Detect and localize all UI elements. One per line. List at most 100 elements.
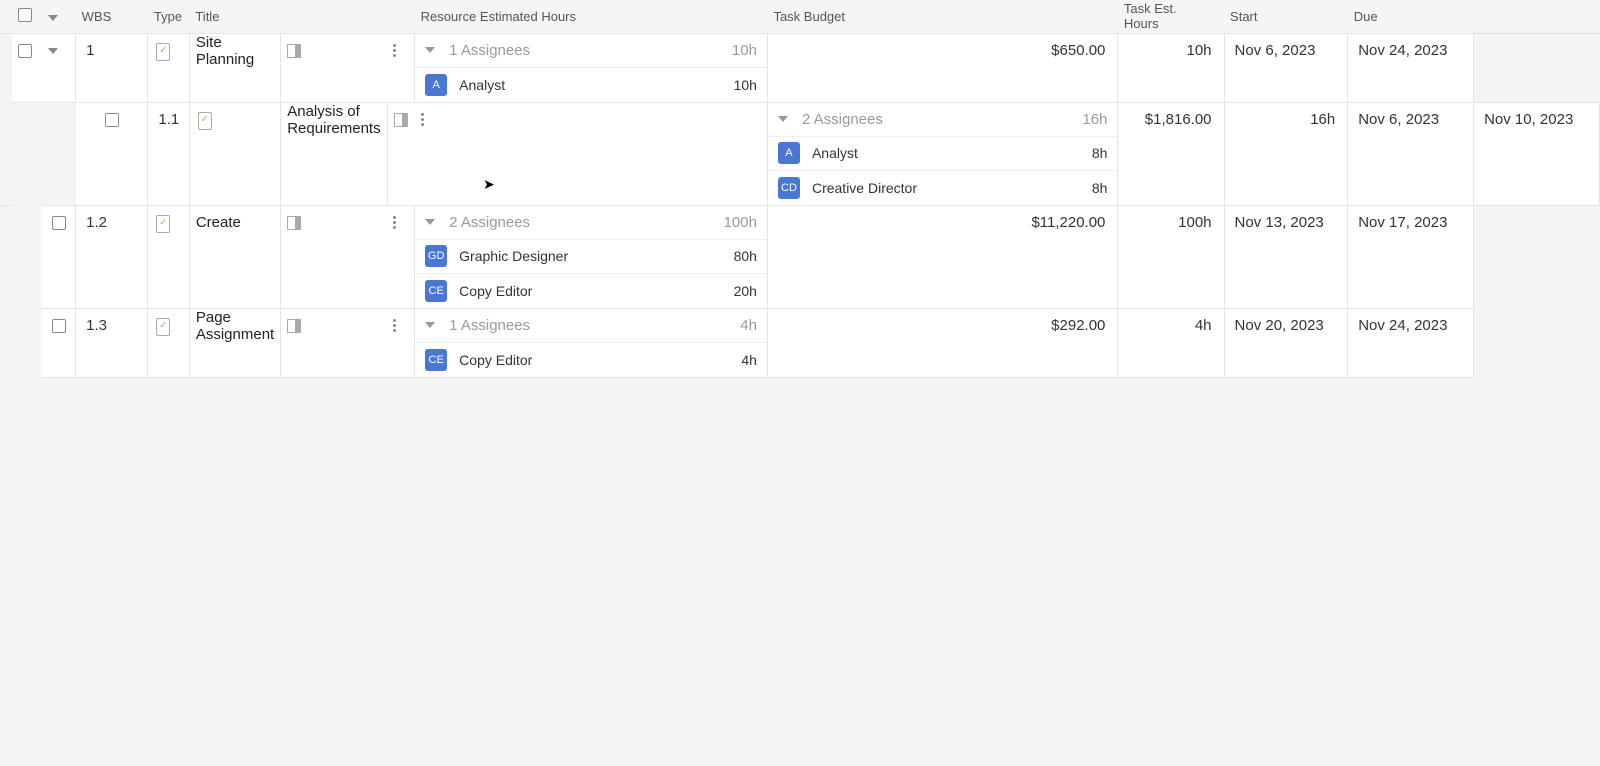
resource-line[interactable]: A Analyst 10h <box>415 68 767 102</box>
wbs-cell[interactable]: 1 <box>76 33 148 102</box>
sidepanel-icon[interactable] <box>287 44 301 58</box>
resource-line[interactable]: CE Copy Editor 20h <box>415 274 767 308</box>
task-row[interactable]: 1.3 Page Assignment 1 Assignees 4h CE Co… <box>0 308 1600 377</box>
sidepanel-icon[interactable] <box>287 319 301 333</box>
select-all-checkbox[interactable] <box>18 8 32 22</box>
column-wbs[interactable]: WBS <box>76 0 148 33</box>
task-type-icon <box>154 213 172 233</box>
task-budget[interactable]: $11,220.00 <box>767 205 1117 308</box>
avatar: A <box>425 74 447 96</box>
task-est-hours[interactable]: 4h <box>1118 308 1224 377</box>
task-checkbox[interactable] <box>18 44 32 58</box>
task-row[interactable]: 1 Site Planning 1 Assignees 10h A Analys… <box>0 33 1600 102</box>
resource-hours: 8h <box>1092 180 1108 196</box>
resource-line[interactable]: CD Creative Director 8h <box>768 171 1117 205</box>
resource-line[interactable]: A Analyst 8h <box>768 137 1117 171</box>
avatar: CE <box>425 280 447 302</box>
assignees-summary[interactable]: 2 Assignees 100h <box>415 206 767 240</box>
task-start[interactable]: Nov 13, 2023 <box>1224 205 1348 308</box>
task-title-cell[interactable]: Create <box>189 205 280 308</box>
assignees-total-hours: 4h <box>740 317 757 334</box>
assignees-label: 2 Assignees <box>802 111 883 128</box>
task-due[interactable]: Nov 17, 2023 <box>1348 205 1474 308</box>
toggle-assignees-icon[interactable] <box>778 116 788 122</box>
task-budget[interactable]: $1,816.00 <box>1118 102 1224 205</box>
assignees-label: 2 Assignees <box>449 214 530 231</box>
task-row[interactable]: 1.1 Analysis of Requirements 2 Assignees… <box>0 102 1600 205</box>
assignees-label: 1 Assignees <box>449 42 530 59</box>
task-est-hours[interactable]: 10h <box>1118 33 1224 102</box>
avatar: CE <box>425 349 447 371</box>
resource-name: Analyst <box>812 145 858 161</box>
sidepanel-icon[interactable] <box>394 113 408 127</box>
resource-hours: 10h <box>734 77 757 93</box>
column-budget[interactable]: Task Budget <box>767 0 1117 33</box>
avatar: A <box>778 142 800 164</box>
resource-cell[interactable]: 1 Assignees 4h CE Copy Editor 4h <box>415 308 768 377</box>
toggle-assignees-icon[interactable] <box>425 219 435 225</box>
resource-hours: 4h <box>741 352 757 368</box>
assignees-total-hours: 16h <box>1082 111 1107 128</box>
wbs-cell[interactable]: 1.3 <box>76 308 148 377</box>
collapse-all-icon[interactable] <box>48 15 58 21</box>
task-checkbox[interactable] <box>52 216 66 230</box>
task-title-cell[interactable]: Page Assignment <box>189 308 280 377</box>
toggle-assignees-icon[interactable] <box>425 47 435 53</box>
column-due[interactable]: Due <box>1348 0 1474 33</box>
task-start[interactable]: Nov 6, 2023 <box>1348 102 1474 205</box>
toggle-task-icon[interactable] <box>48 48 58 54</box>
avatar: CD <box>778 177 800 199</box>
column-esthours[interactable]: Task Est. Hours <box>1118 0 1224 33</box>
task-start[interactable]: Nov 20, 2023 <box>1224 308 1348 377</box>
resource-name: Copy Editor <box>459 352 532 368</box>
task-est-hours[interactable]: 16h <box>1224 102 1348 205</box>
resource-name: Creative Director <box>812 180 917 196</box>
assignees-total-hours: 100h <box>724 214 757 231</box>
task-type-icon <box>196 110 214 130</box>
task-title-cell[interactable]: Site Planning <box>189 33 280 102</box>
row-menu-icon[interactable] <box>393 216 396 230</box>
row-menu-icon[interactable] <box>421 113 424 127</box>
task-budget[interactable]: $650.00 <box>767 33 1117 102</box>
resource-name: Copy Editor <box>459 283 532 299</box>
assignees-summary[interactable]: 1 Assignees 10h <box>415 34 767 68</box>
resource-cell[interactable]: 2 Assignees 16h A Analyst 8h CD Creative… <box>767 102 1117 205</box>
resource-hours: 80h <box>734 248 757 264</box>
assignees-summary[interactable]: 2 Assignees 16h <box>768 103 1117 137</box>
wbs-cell[interactable]: 1.1 <box>148 102 189 205</box>
column-header-row: WBS Type Title Resource Estimated Hours … <box>0 0 1600 33</box>
task-start[interactable]: Nov 6, 2023 <box>1224 33 1348 102</box>
column-resource[interactable]: Resource Estimated Hours <box>415 0 768 33</box>
row-menu-icon[interactable] <box>393 319 396 333</box>
resource-line[interactable]: GD Graphic Designer 80h <box>415 240 767 274</box>
task-checkbox[interactable] <box>52 319 66 333</box>
column-type[interactable]: Type <box>148 0 189 33</box>
resource-name: Analyst <box>459 77 505 93</box>
avatar: GD <box>425 245 447 267</box>
assignees-total-hours: 10h <box>732 42 757 59</box>
resource-line[interactable]: CE Copy Editor 4h <box>415 343 767 377</box>
task-type-icon <box>154 41 172 61</box>
column-start[interactable]: Start <box>1224 0 1348 33</box>
task-table: WBS Type Title Resource Estimated Hours … <box>0 0 1600 378</box>
wbs-cell[interactable]: 1.2 <box>76 205 148 308</box>
assignees-summary[interactable]: 1 Assignees 4h <box>415 309 767 343</box>
task-type-icon <box>154 316 172 336</box>
assignees-label: 1 Assignees <box>449 317 530 334</box>
task-row[interactable]: 1.2 Create 2 Assignees 100h GD Graphic D… <box>0 205 1600 308</box>
toggle-assignees-icon[interactable] <box>425 322 435 328</box>
row-menu-icon[interactable] <box>393 44 396 58</box>
task-est-hours[interactable]: 100h <box>1118 205 1224 308</box>
task-budget[interactable]: $292.00 <box>767 308 1117 377</box>
task-title-cell[interactable]: Analysis of Requirements <box>281 102 387 205</box>
resource-hours: 8h <box>1092 145 1108 161</box>
sidepanel-icon[interactable] <box>287 216 301 230</box>
resource-cell[interactable]: 1 Assignees 10h A Analyst 10h <box>415 33 768 102</box>
resource-hours: 20h <box>734 283 757 299</box>
task-checkbox[interactable] <box>105 113 119 127</box>
resource-cell[interactable]: 2 Assignees 100h GD Graphic Designer 80h… <box>415 205 768 308</box>
task-due[interactable]: Nov 24, 2023 <box>1348 33 1474 102</box>
task-due[interactable]: Nov 10, 2023 <box>1474 102 1600 205</box>
task-due[interactable]: Nov 24, 2023 <box>1348 308 1474 377</box>
column-title[interactable]: Title <box>189 0 414 33</box>
